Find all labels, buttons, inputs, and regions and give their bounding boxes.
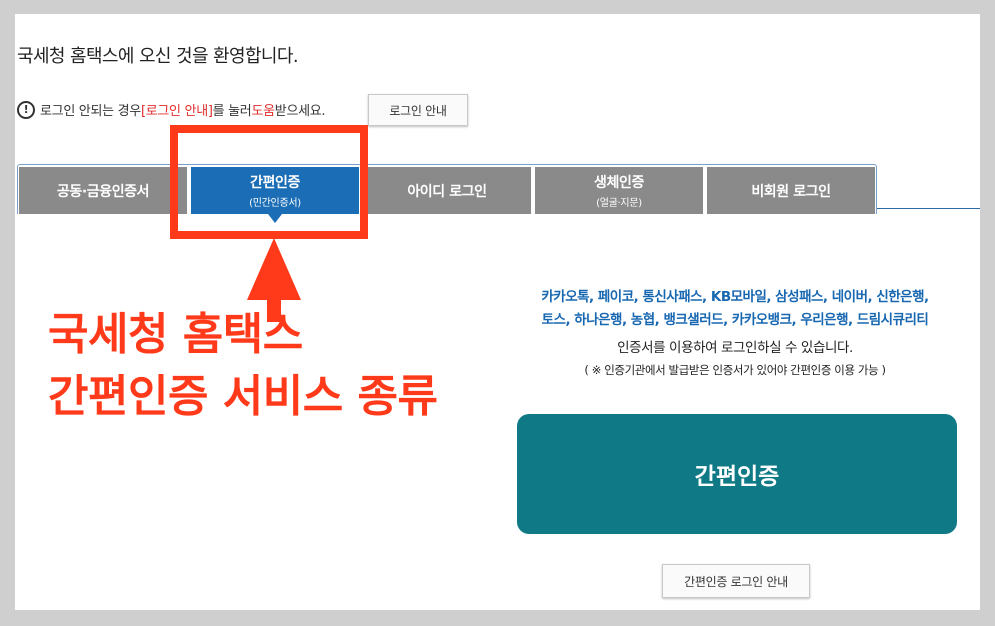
help-prefix: 로그인 안되는 경우 xyxy=(40,104,141,119)
tab-id-login[interactable]: 아이디 로그인 xyxy=(363,167,531,214)
help-suffix: 받으세요. xyxy=(274,104,326,119)
login-method-tabs: 공동·금융인증서 간편인증 (민간인증서) 아이디 로그인 생체인증 (얼굴·지… xyxy=(15,164,980,214)
login-panel: 국세청 홈택스에 오신 것을 환영합니다. ! 로그인 안되는 경우 [로그인 … xyxy=(15,14,980,610)
annotation-line-1: 국세청 홈택스 xyxy=(48,309,303,360)
simple-auth-login-button[interactable]: 간편인증 xyxy=(517,414,957,534)
provider-list-line-2: 토스, 하나은행, 농협, 뱅크샐러드, 카카오뱅크, 우리은행, 드림시큐리티 xyxy=(541,312,929,328)
highlight-box xyxy=(170,125,368,239)
usage-text: 인증서를 이용하여 로그인하실 수 있습니다. xyxy=(617,340,853,356)
provider-list-line-1: 카카오톡, 페이코, 통신사패스, KB모바일, 삼성패스, 네이버, 신한은행… xyxy=(541,289,929,305)
tab-joint-financial-certificate[interactable]: 공동·금융인증서 xyxy=(19,167,187,214)
exclamation-circle-icon: ! xyxy=(17,100,35,119)
annotation-text: 국세청 홈택스 간편인증 서비스 종류 xyxy=(48,304,438,428)
annotation-line-2: 간편인증 서비스 종류 xyxy=(48,371,438,422)
login-help-line: ! 로그인 안되는 경우 [로그인 안내] 를 눌러 도움 받으세요. xyxy=(17,100,326,119)
login-guide-button[interactable]: 로그인 안내 xyxy=(368,94,468,126)
login-guide-link-text: [로그인 안내] xyxy=(140,104,213,119)
tab-label: 아이디 로그인 xyxy=(407,183,487,200)
welcome-message: 국세청 홈택스에 오신 것을 환영합니다. xyxy=(17,46,299,67)
notice-text: ( ※ 인증기관에서 발급받은 인증서가 있어야 간편인증 이용 가능 ) xyxy=(584,363,886,377)
tab-sublabel: (얼굴·지문) xyxy=(596,198,642,209)
tab-underline xyxy=(877,208,980,209)
provider-list: 카카오톡, 페이코, 통신사패스, KB모바일, 삼성패스, 네이버, 신한은행… xyxy=(500,286,970,332)
arrow-up-icon xyxy=(247,238,301,300)
simple-auth-guide-button[interactable]: 간편인증 로그인 안내 xyxy=(662,564,810,598)
help-word: 도움 xyxy=(251,104,275,119)
tab-non-member-login[interactable]: 비회원 로그인 xyxy=(707,167,875,214)
tab-label: 생체인증 xyxy=(594,175,644,191)
tab-biometric-auth[interactable]: 생체인증 (얼굴·지문) xyxy=(535,167,703,214)
tab-label: 비회원 로그인 xyxy=(751,183,831,200)
tab-label: 공동·금융인증서 xyxy=(56,183,150,200)
help-middle: 를 눌러 xyxy=(212,104,252,119)
